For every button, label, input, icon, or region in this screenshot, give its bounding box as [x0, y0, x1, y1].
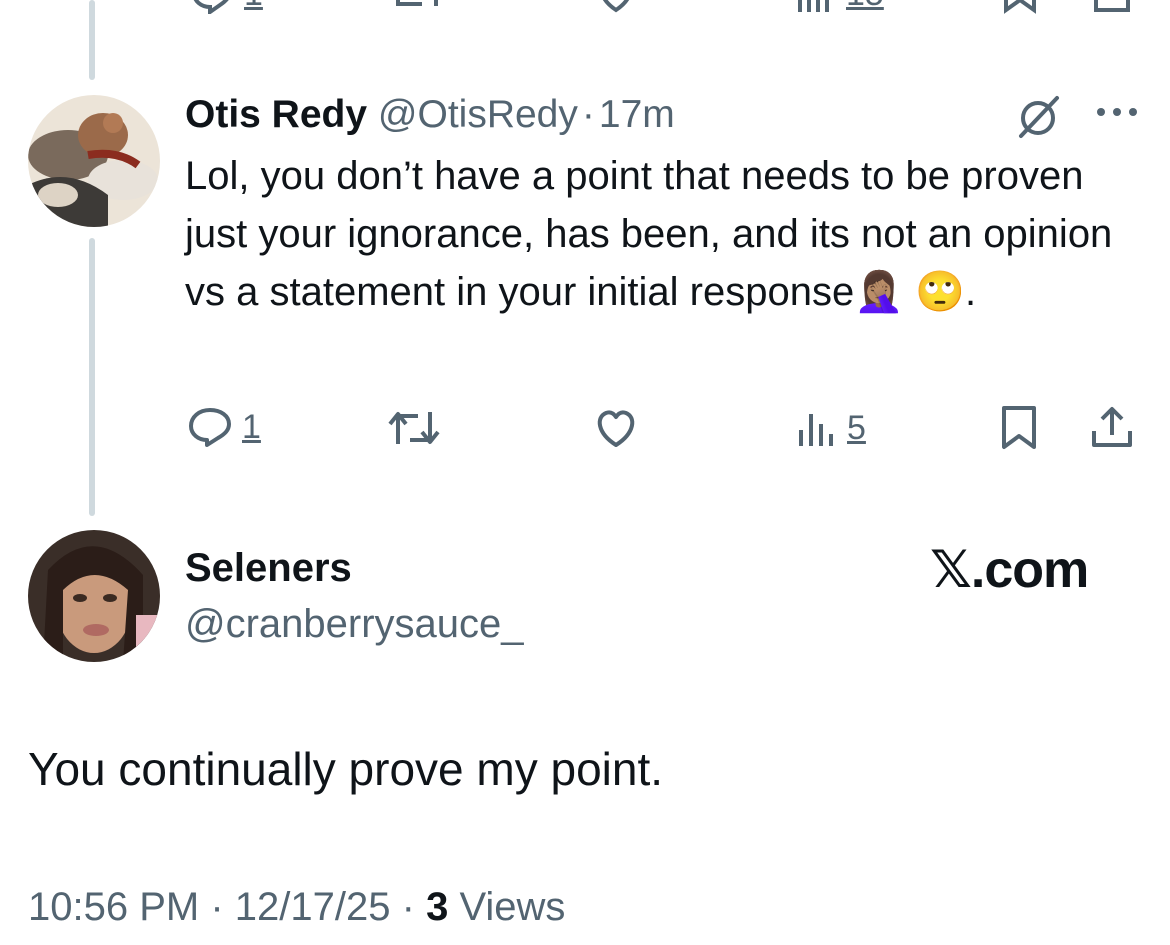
tweet-time[interactable]: 10:56 PM — [28, 885, 199, 929]
reply-action[interactable]: 1 — [188, 406, 261, 448]
tweet-meta: 10:56 PM · 12/17/25 · 3 Views — [28, 882, 565, 932]
like-action[interactable] — [593, 407, 649, 449]
reply-separator: · — [581, 93, 595, 136]
avatar-image — [28, 95, 160, 227]
previous-views-count: 15 — [846, 0, 884, 11]
previous-reply-action[interactable]: 1 — [190, 0, 263, 14]
views-label[interactable]: Views — [459, 885, 565, 929]
retweet-action[interactable] — [388, 408, 450, 448]
share-action[interactable] — [1090, 405, 1134, 449]
views-count: 5 — [847, 409, 866, 447]
previous-views-action[interactable]: 15 — [796, 0, 884, 14]
tweet-date[interactable]: 12/17/25 — [235, 885, 391, 929]
grok-icon[interactable] — [1016, 94, 1062, 140]
share-icon — [1092, 0, 1132, 14]
reply-time[interactable]: 17m — [599, 93, 675, 136]
main-handle[interactable]: @cranberrysauce_ — [185, 600, 524, 648]
views-number[interactable]: 3 — [426, 885, 448, 929]
previous-share-action[interactable] — [1092, 0, 1132, 14]
meta-separator-2: · — [401, 885, 415, 929]
previous-retweet-action[interactable] — [392, 0, 442, 14]
avatar-seleners[interactable] — [28, 530, 160, 662]
retweet-icon — [392, 0, 442, 14]
bookmark-action[interactable] — [1000, 405, 1038, 451]
reply-header: Otis Redy @OtisRedy · 17m — [185, 92, 675, 138]
previous-bookmark-action[interactable] — [1000, 0, 1040, 14]
more-options-icon[interactable] — [1094, 104, 1140, 120]
avatar-image — [28, 530, 160, 662]
reply-text: Lol, you don’t have a point that needs t… — [185, 154, 1113, 314]
heart-icon — [594, 0, 638, 14]
views-action[interactable]: 5 — [797, 408, 866, 448]
heart-icon — [593, 407, 639, 449]
views-icon — [796, 0, 836, 14]
reply-icon — [188, 406, 232, 448]
main-display-name[interactable]: Seleners — [185, 544, 352, 592]
previous-reply-count: 1 — [244, 0, 263, 11]
reply-display-name[interactable]: Otis Redy — [185, 93, 367, 136]
share-icon — [1090, 405, 1134, 449]
previous-tweet-actions: 1 15 — [0, 0, 1170, 14]
reply-icon — [190, 0, 234, 14]
reply-count: 1 — [242, 408, 261, 446]
brand-watermark: 𝕏.com — [930, 541, 1089, 599]
views-icon — [797, 408, 837, 448]
main-tweet-text: You continually prove my point. — [28, 743, 664, 795]
retweet-icon — [388, 408, 440, 448]
avatar-otis-redy[interactable] — [28, 95, 160, 227]
bookmark-icon — [1000, 405, 1038, 451]
meta-separator-1: · — [210, 885, 224, 929]
bookmark-icon — [1000, 0, 1040, 14]
thread-line-bottom — [89, 238, 95, 516]
reply-handle[interactable]: @OtisRedy — [378, 93, 578, 136]
previous-like-action[interactable] — [594, 0, 638, 14]
